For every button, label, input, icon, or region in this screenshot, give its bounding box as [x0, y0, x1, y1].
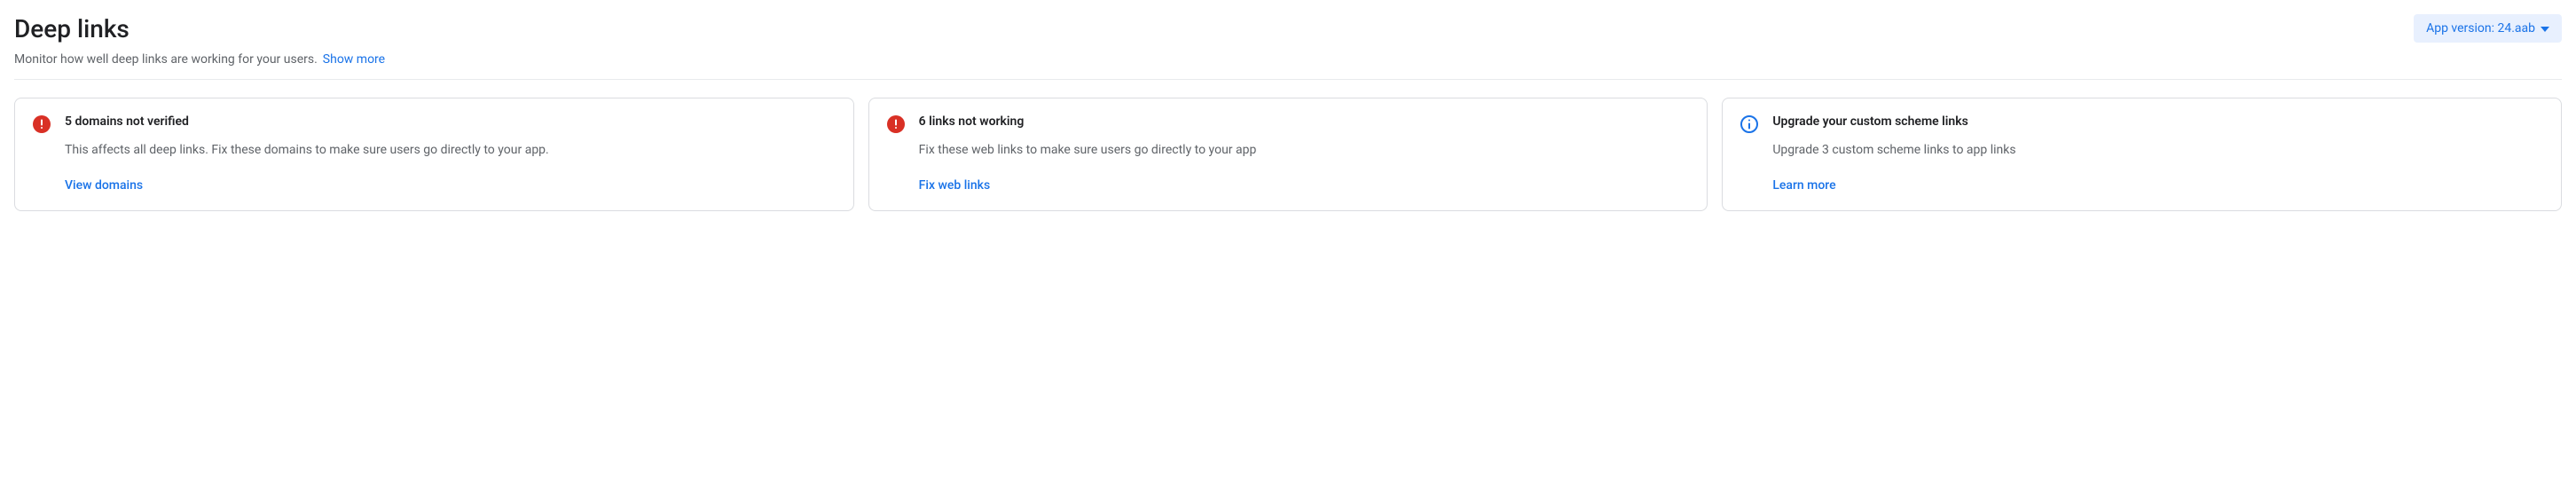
card-description: This affects all deep links. Fix these d… [65, 141, 549, 159]
card-body: Upgrade your custom scheme links Upgrade… [1772, 114, 2015, 193]
learn-more-link[interactable]: Learn more [1772, 178, 2015, 193]
cards-row: 5 domains not verified This affects all … [14, 98, 2562, 211]
view-domains-link[interactable]: View domains [65, 178, 549, 193]
chevron-down-icon [2541, 21, 2549, 35]
card-body: 5 domains not verified This affects all … [65, 114, 549, 193]
card-links-not-working: 6 links not working Fix these web links … [868, 98, 1708, 211]
error-icon [887, 115, 905, 133]
card-description: Fix these web links to make sure users g… [919, 141, 1257, 159]
card-domains-not-verified: 5 domains not verified This affects all … [14, 98, 854, 211]
divider [14, 79, 2562, 80]
card-description: Upgrade 3 custom scheme links to app lin… [1772, 141, 2015, 159]
fix-web-links-link[interactable]: Fix web links [919, 178, 1257, 193]
header-left: Deep links Monitor how well deep links a… [14, 14, 385, 67]
page-subtitle-row: Monitor how well deep links are working … [14, 52, 385, 67]
card-title: 5 domains not verified [65, 114, 549, 129]
card-title: 6 links not working [919, 114, 1257, 129]
card-title: Upgrade your custom scheme links [1772, 114, 2015, 129]
page-header: Deep links Monitor how well deep links a… [14, 14, 2562, 67]
error-icon [33, 115, 51, 133]
card-body: 6 links not working Fix these web links … [919, 114, 1257, 193]
card-upgrade-scheme-links: Upgrade your custom scheme links Upgrade… [1722, 98, 2562, 211]
show-more-link[interactable]: Show more [323, 52, 385, 67]
app-version-label: App version: 24.aab [2426, 21, 2535, 35]
app-version-selector[interactable]: App version: 24.aab [2414, 14, 2562, 43]
page-subtitle: Monitor how well deep links are working … [14, 52, 318, 67]
page-title: Deep links [14, 14, 385, 43]
info-icon [1740, 115, 1758, 133]
